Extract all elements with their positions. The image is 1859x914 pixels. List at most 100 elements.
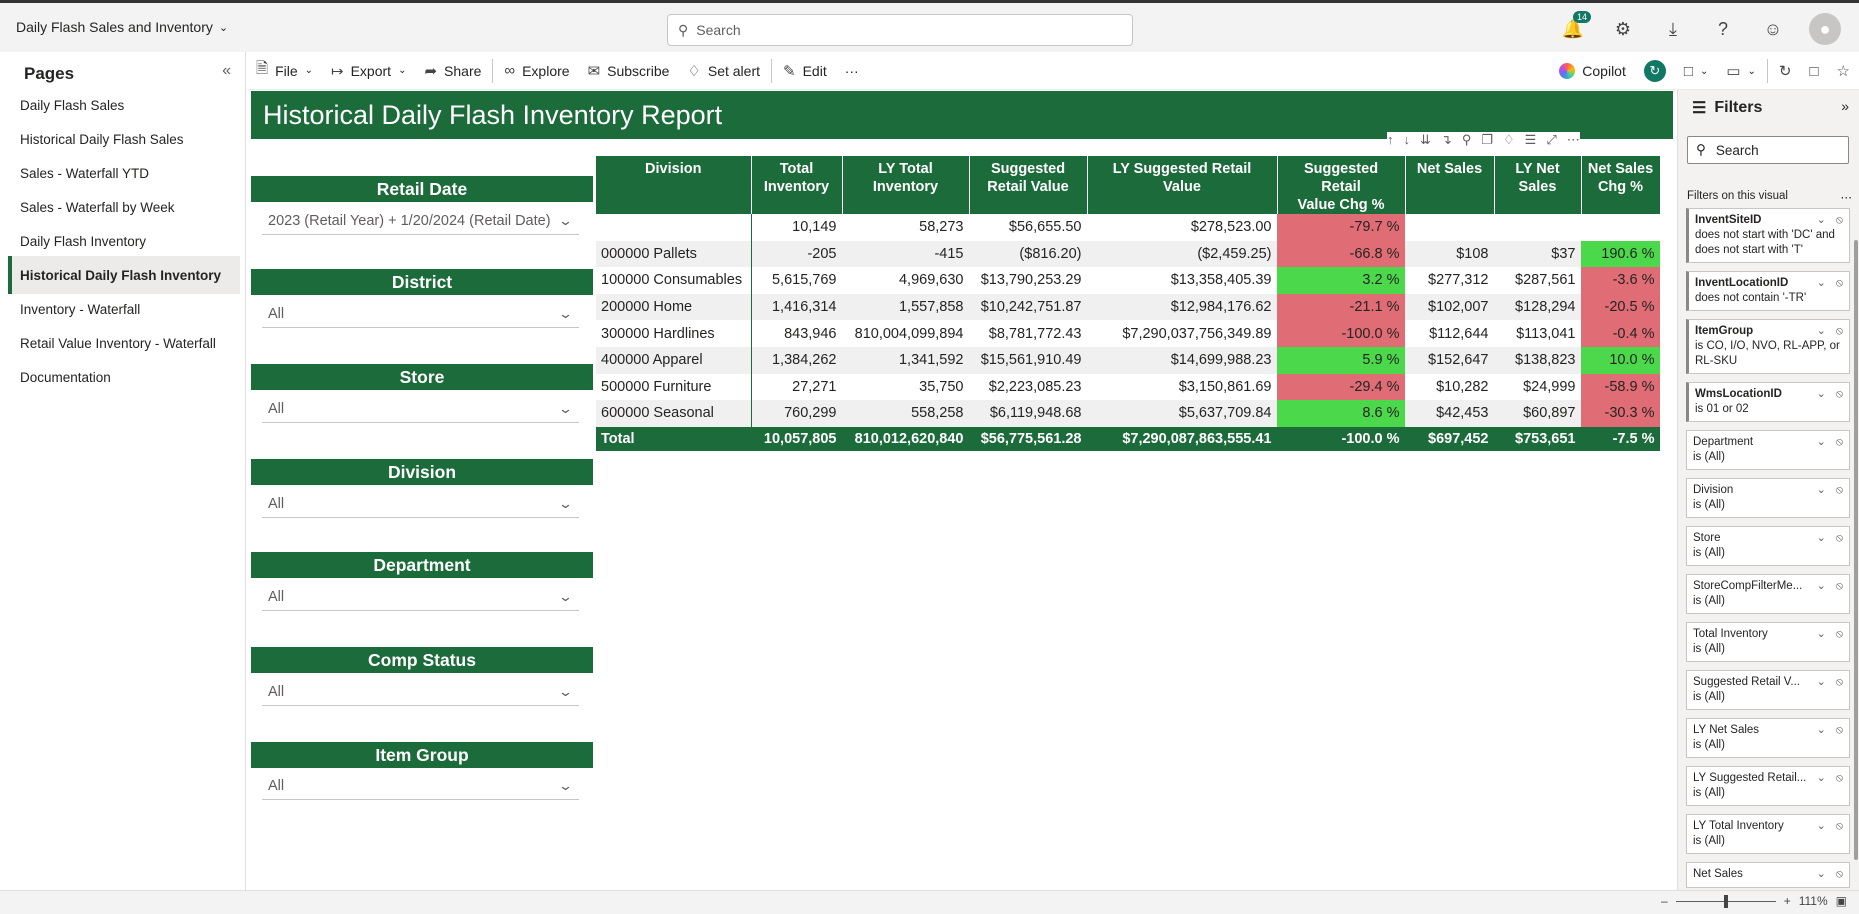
chevron-down-icon[interactable]: ⌄ xyxy=(1817,213,1826,228)
report-selector[interactable]: Daily Flash Sales and Inventory ⌄ xyxy=(16,19,228,35)
clear-filter-icon[interactable]: ⦸ xyxy=(1836,723,1843,738)
filter-card[interactable]: InventLocationID does not contain '-TR' ⌄ ⦸ xyxy=(1686,271,1850,311)
copy-icon[interactable]: ❐ xyxy=(1481,132,1493,148)
clear-filter-icon[interactable]: ⦸ xyxy=(1836,627,1843,642)
global-search-input[interactable]: ⚲ Search xyxy=(667,14,1133,46)
more-options-button[interactable]: ··· xyxy=(836,52,868,90)
filter-card[interactable]: Total Inventory is (All) ⌄ ⦸ xyxy=(1686,622,1850,662)
table-row[interactable]: 200000 Home 1,416,314 1,557,858 $10,242,751… xyxy=(596,293,1660,321)
slicer-dropdown-retail-date[interactable]: 2023 (Retail Year) + 1/20/2024 (Retail D… xyxy=(262,207,579,235)
table-row[interactable]: 100000 Consumables 5,615,769 4,969,630 $13,… xyxy=(596,267,1660,294)
chevron-down-icon[interactable]: ⌄ xyxy=(1817,579,1826,594)
explore-button[interactable]: ∞ Explore xyxy=(495,52,578,90)
page-item-documentation[interactable]: Documentation xyxy=(8,358,240,396)
slicer-dropdown-item-group[interactable]: All ⌄ xyxy=(262,772,579,800)
set-alert-button[interactable]: ♢ Set alert xyxy=(678,52,769,90)
table-row[interactable]: 000000 Pallets -205 -415 ($816.20) ($2,459.2… xyxy=(596,240,1660,268)
chevron-down-icon[interactable]: ⌄ xyxy=(1817,867,1826,882)
table-row[interactable]: 400000 Apparel 1,384,262 1,341,592 $15,561,… xyxy=(596,346,1660,374)
filter-card[interactable]: ItemGroup is CO, I/O, NVO, RL-APP, or RL-… xyxy=(1686,319,1850,374)
share-button[interactable]: ➦ Share xyxy=(415,52,490,90)
chevron-down-icon[interactable]: ⌄ xyxy=(1817,819,1826,834)
clear-filter-icon[interactable]: ⦸ xyxy=(1836,387,1843,402)
column-header[interactable]: Net Sales Chg % xyxy=(1581,156,1661,214)
favorite-button[interactable]: ☆ xyxy=(1828,52,1859,90)
settings-button[interactable]: ⚙ xyxy=(1609,15,1637,43)
drill-down-icon[interactable]: ↓ xyxy=(1404,132,1411,148)
filter-card[interactable]: Store is (All) ⌄ ⦸ xyxy=(1686,526,1850,566)
clear-filter-icon[interactable]: ⦸ xyxy=(1836,531,1843,546)
subscribe-button[interactable]: ✉ Subscribe xyxy=(579,52,679,90)
page-item-historical-daily-flash-inventory[interactable]: Historical Daily Flash Inventory xyxy=(8,256,240,294)
column-header[interactable]: LY Net Sales xyxy=(1494,156,1582,214)
zoom-in-button[interactable]: + xyxy=(1784,894,1791,908)
zoom-slider[interactable] xyxy=(1675,894,1776,908)
edit-button[interactable]: ✎ Edit xyxy=(774,52,836,90)
filter-card[interactable]: Department is (All) ⌄ ⦸ xyxy=(1686,430,1850,470)
chevron-down-icon[interactable]: ⌄ xyxy=(1817,324,1826,339)
table-row[interactable]: 500000 Furniture 27,271 35,750 $2,223,085.2… xyxy=(596,373,1660,401)
more-options-icon[interactable]: ⋯ xyxy=(1841,190,1853,204)
chevron-down-icon[interactable]: ⌄ xyxy=(1817,387,1826,402)
refresh-button[interactable]: ↻ xyxy=(1770,52,1801,90)
page-item-sales-waterfall-ytd[interactable]: Sales - Waterfall YTD xyxy=(8,154,240,192)
clear-filter-icon[interactable]: ⦸ xyxy=(1836,276,1843,291)
slicer-dropdown-department[interactable]: All ⌄ xyxy=(262,583,579,611)
page-item-daily-flash-inventory[interactable]: Daily Flash Inventory xyxy=(8,222,240,260)
chevron-down-icon[interactable]: ⌄ xyxy=(1817,483,1826,498)
feedback-button[interactable]: ☺ xyxy=(1759,15,1787,43)
table-row[interactable]: 600000 Seasonal 760,299 558,258 $6,119,948.… xyxy=(596,400,1660,427)
column-header[interactable]: Total Inventory xyxy=(751,156,843,214)
export-menu[interactable]: ↦ Export ⌄ xyxy=(322,52,415,90)
fit-to-page-icon[interactable]: ▣ xyxy=(1836,894,1847,908)
drill-up-icon[interactable]: ↑ xyxy=(1387,132,1394,148)
slicer-dropdown-district[interactable]: All ⌄ xyxy=(262,300,579,328)
clear-filter-icon[interactable]: ⦸ xyxy=(1836,579,1843,594)
filter-card[interactable]: WmsLocationID is 01 or 02 ⌄ ⦸ xyxy=(1686,382,1850,422)
page-item-inventory-waterfall[interactable]: Inventory - Waterfall xyxy=(8,290,240,328)
expand-all-icon[interactable]: ⇊ xyxy=(1420,132,1431,148)
clear-filter-icon[interactable]: ⦸ xyxy=(1836,867,1843,882)
filters-search-input[interactable]: ⚲ Search xyxy=(1687,136,1849,164)
page-item-historical-daily-flash-sales[interactable]: Historical Daily Flash Sales xyxy=(8,120,240,158)
clear-filter-icon[interactable]: ⦸ xyxy=(1836,483,1843,498)
table-row[interactable]: 300000 Hardlines 843,946 810,004,099,894 $8… xyxy=(596,320,1660,347)
refresh-visuals-button[interactable]: ↻ xyxy=(1635,52,1675,90)
clear-filter-icon[interactable]: ⦸ xyxy=(1836,324,1843,339)
expand-next-icon[interactable]: ↴ xyxy=(1441,132,1452,148)
slicer-dropdown-comp-status[interactable]: All ⌄ xyxy=(262,678,579,706)
chevron-down-icon[interactable]: ⌄ xyxy=(1817,531,1826,546)
focus-mode-icon[interactable]: ⤢ xyxy=(1546,132,1556,148)
bookmark-button[interactable]: □ ⌄ xyxy=(1675,52,1717,90)
clear-filter-icon[interactable]: ⦸ xyxy=(1836,675,1843,690)
pin-icon[interactable]: ⚲ xyxy=(1462,132,1472,148)
table-row[interactable]: 10,149 58,273 $56,655.50 $278,523.00 -79.7 % xyxy=(596,214,1660,241)
collapse-filters-button[interactable]: » xyxy=(1841,98,1849,114)
filter-card[interactable]: LY Total Inventory is (All) ⌄ ⦸ xyxy=(1686,814,1850,854)
column-header[interactable]: Net Sales xyxy=(1405,156,1495,214)
copilot-button[interactable]: Copilot xyxy=(1550,52,1635,90)
column-header[interactable]: LY Suggested Retail Value xyxy=(1087,156,1278,214)
notifications-button[interactable]: 🔔 14 xyxy=(1559,11,1591,43)
filter-icon[interactable]: ☰ xyxy=(1525,132,1537,148)
page-item-sales-waterfall-by-week[interactable]: Sales - Waterfall by Week xyxy=(8,188,240,226)
filter-card[interactable]: LY Net Sales is (All) ⌄ ⦸ xyxy=(1686,718,1850,758)
chevron-down-icon[interactable]: ⌄ xyxy=(1817,675,1826,690)
comments-button[interactable]: □ xyxy=(1800,52,1827,90)
page-item-daily-flash-sales[interactable]: Daily Flash Sales xyxy=(8,86,240,124)
page-item-retail-value-inventory-waterfall[interactable]: Retail Value Inventory - Waterfall xyxy=(8,324,240,362)
filter-card[interactable]: Division is (All) ⌄ ⦸ xyxy=(1686,478,1850,518)
chevron-down-icon[interactable]: ⌄ xyxy=(1817,723,1826,738)
slicer-dropdown-division[interactable]: All ⌄ xyxy=(262,490,579,518)
filter-card[interactable]: Net Sales ⌄ ⦸ xyxy=(1686,862,1850,888)
clear-filter-icon[interactable]: ⦸ xyxy=(1836,435,1843,450)
clear-filter-icon[interactable]: ⦸ xyxy=(1836,213,1843,228)
filter-card[interactable]: LY Suggested Retail... is (All) ⌄ ⦸ xyxy=(1686,766,1850,806)
help-button[interactable]: ? xyxy=(1709,15,1737,43)
chevron-down-icon[interactable]: ⌄ xyxy=(1817,276,1826,291)
chevron-down-icon[interactable]: ⌄ xyxy=(1817,771,1826,786)
alert-icon[interactable]: ♢ xyxy=(1503,132,1515,148)
slicer-dropdown-store[interactable]: All ⌄ xyxy=(262,395,579,423)
filters-scrollbar[interactable] xyxy=(1854,240,1858,860)
download-button[interactable]: ⤓ xyxy=(1659,15,1687,43)
